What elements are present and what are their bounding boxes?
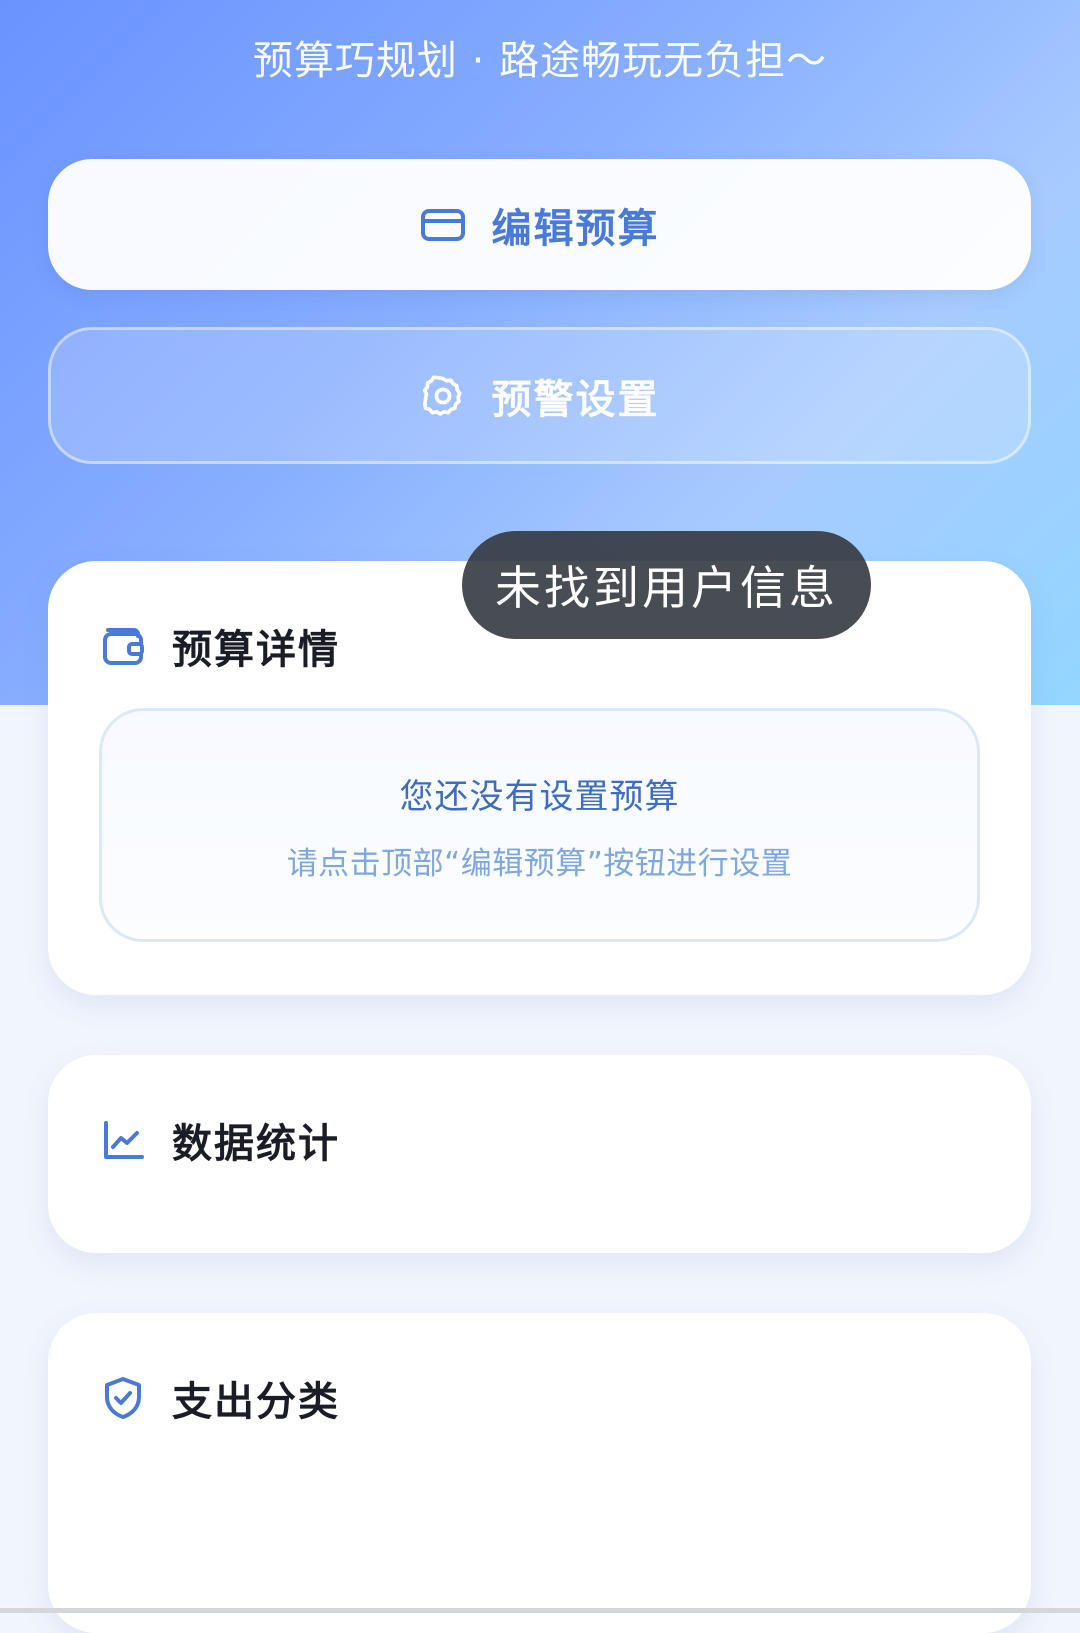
shield-check-icon (100, 1375, 146, 1421)
budget-details-title: 预算详情 (172, 627, 340, 673)
edit-budget-label: 编辑预算 (491, 205, 660, 252)
credit-card-icon (420, 202, 466, 248)
expense-category-title: 支出分类 (172, 1379, 340, 1425)
line-chart-icon (100, 1117, 146, 1163)
empty-budget-hint: 请点击顶部“编辑预算”按钮进行设置 (286, 846, 793, 882)
bottom-divider (0, 1608, 1080, 1613)
edit-budget-button[interactable]: 编辑预算 (48, 159, 1031, 290)
alert-settings-label: 预警设置 (491, 376, 660, 423)
gear-icon (420, 373, 466, 419)
expense-category-card: 支出分类 (48, 1313, 1031, 1633)
statistics-title: 数据统计 (172, 1121, 340, 1167)
empty-budget-placeholder: 您还没有设置预算 请点击顶部“编辑预算”按钮进行设置 (99, 708, 980, 942)
expense-category-header: 支出分类 (100, 1369, 340, 1427)
statistics-header: 数据统计 (100, 1111, 340, 1169)
statistics-card: 数据统计 (48, 1055, 1031, 1253)
wallet-icon (100, 623, 146, 669)
empty-budget-title: 您还没有设置预算 (399, 777, 680, 817)
tagline: 预算巧规划 · 路途畅玩无负担～ (252, 38, 828, 84)
alert-settings-button[interactable]: 预警设置 (48, 327, 1031, 464)
toast-message: 未找到用户信息 (462, 531, 871, 639)
budget-details-header: 预算详情 (100, 617, 340, 675)
